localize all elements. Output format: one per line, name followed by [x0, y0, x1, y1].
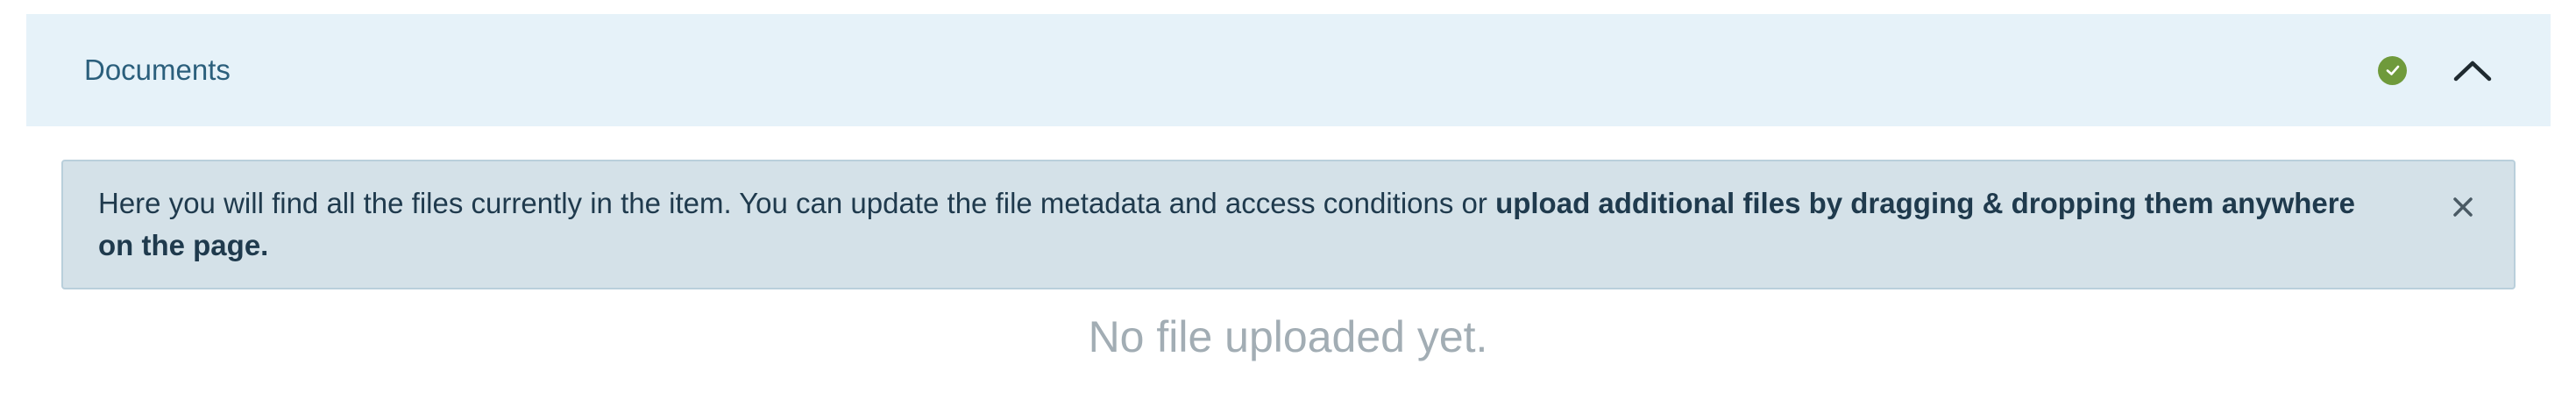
chevron-up-icon[interactable]	[2452, 57, 2493, 83]
empty-state-message: No file uploaded yet.	[1088, 312, 1488, 361]
section-title: Documents	[84, 54, 231, 86]
info-alert: Here you will find all the files current…	[61, 160, 2516, 289]
alert-text-regular: Here you will find all the files current…	[98, 187, 1496, 219]
check-circle-icon	[2378, 55, 2407, 85]
alert-message: Here you will find all the files current…	[98, 187, 2355, 261]
page: Documents Here you will find all the fil…	[0, 0, 2576, 407]
close-icon[interactable]	[2449, 193, 2477, 221]
documents-section-header[interactable]: Documents	[26, 14, 2551, 126]
